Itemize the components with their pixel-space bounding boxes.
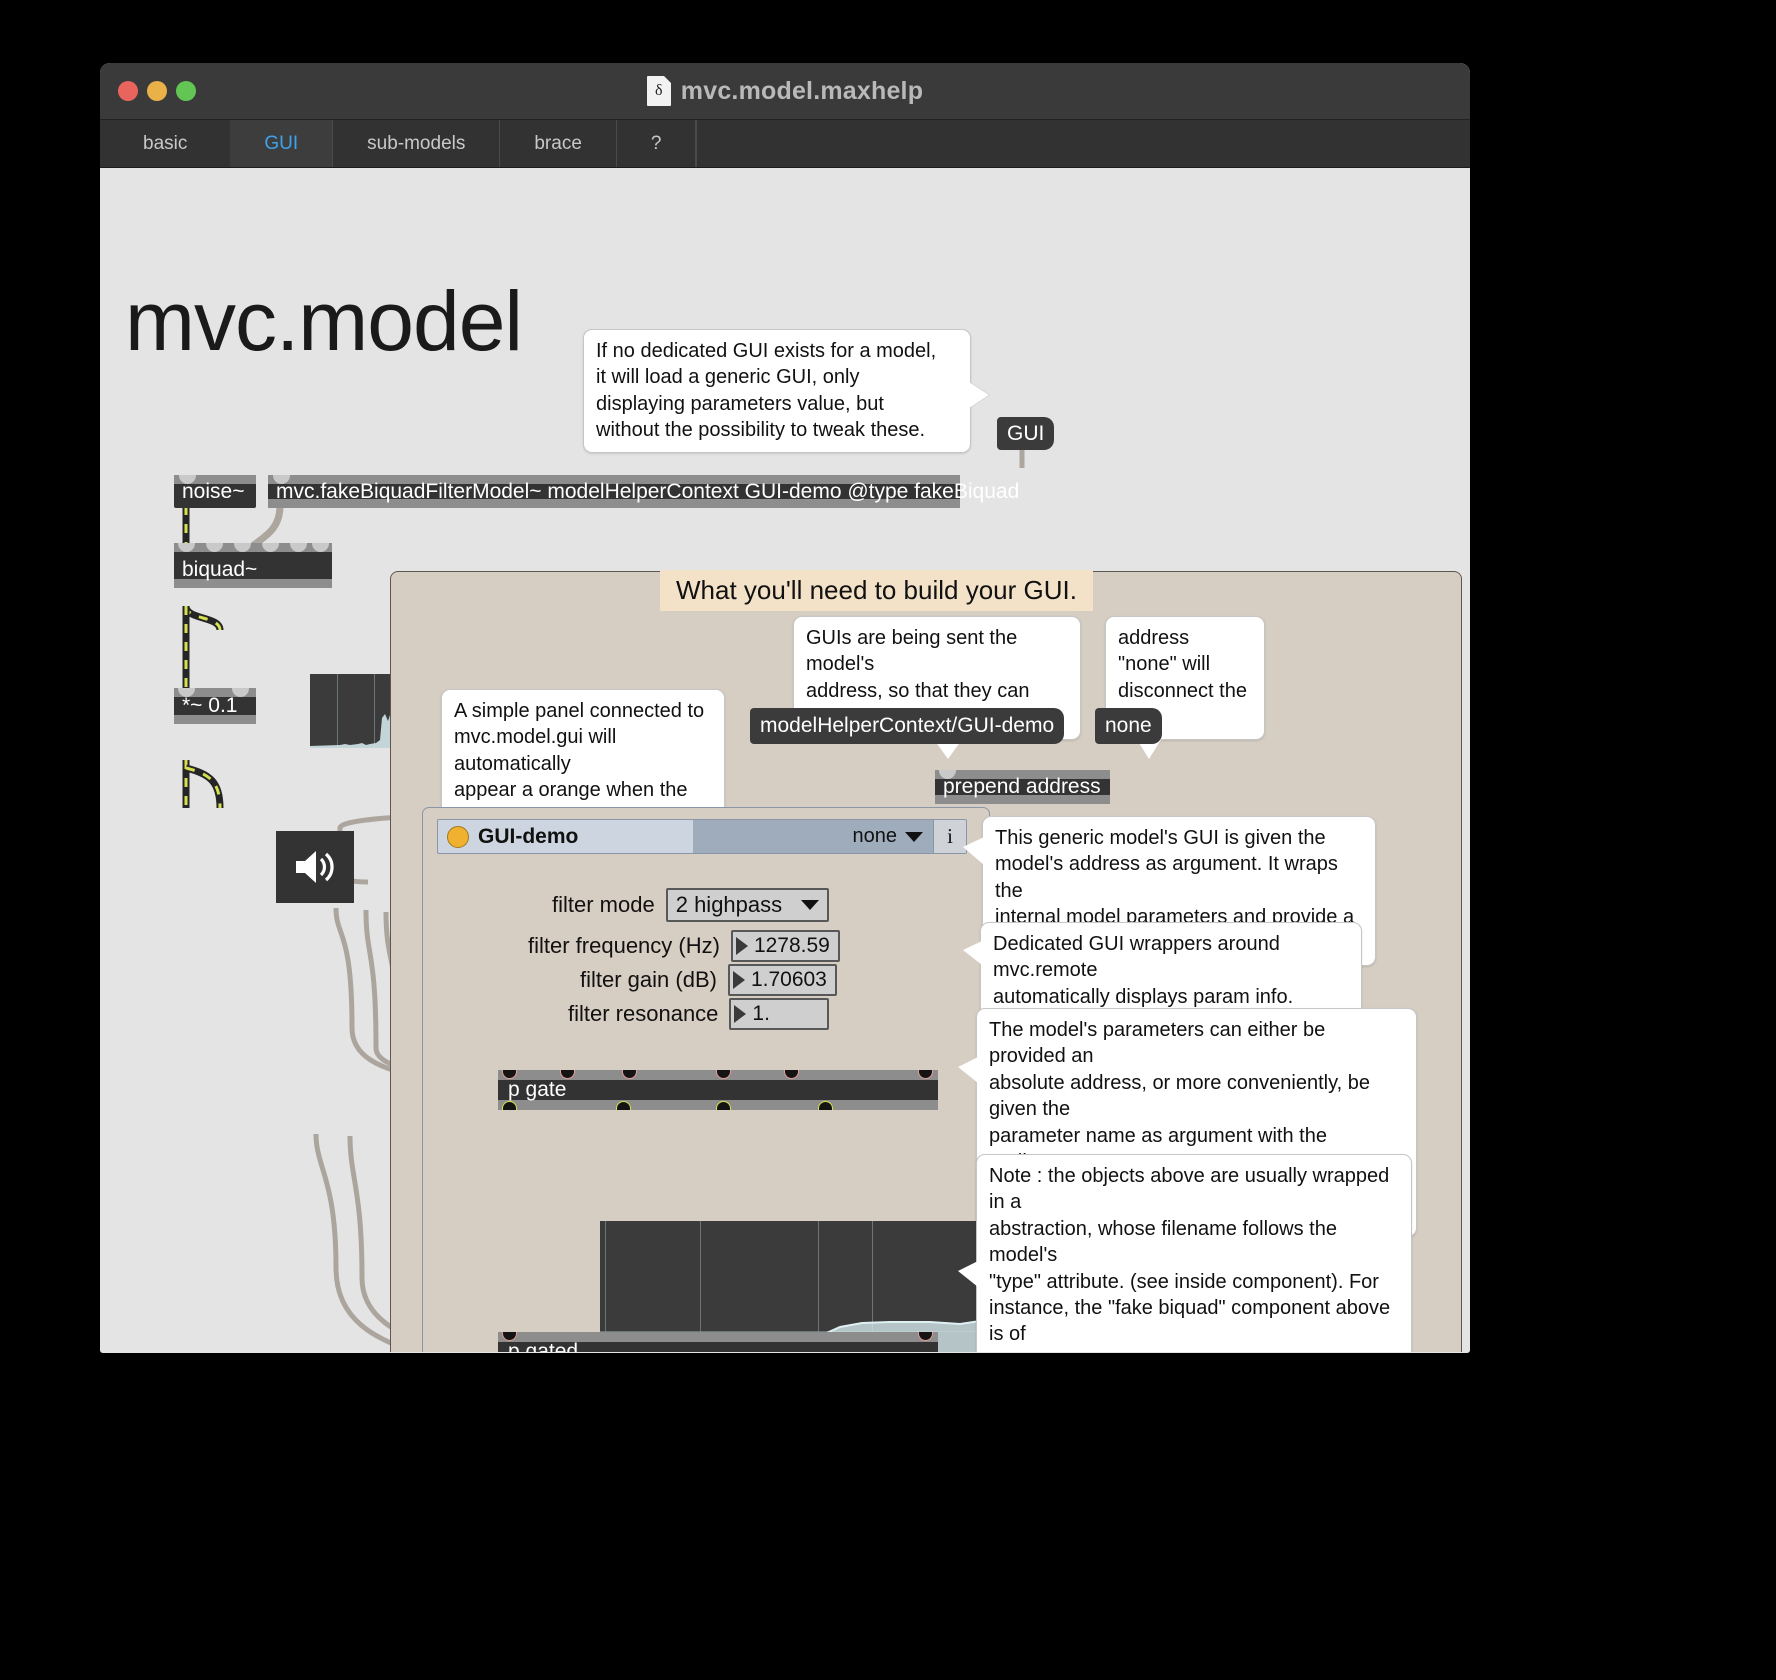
info-button[interactable]: i (933, 820, 966, 853)
object-model-label: mvc.fakeBiquadFilterModel~ modelHelperCo… (276, 479, 1020, 503)
object-biquad-label: biquad~ (182, 558, 258, 581)
panel-title: What you'll need to build your GUI. (660, 570, 1093, 611)
outlet-2 (716, 1101, 731, 1110)
param-row-filter-resonance: filter resonance 1. (568, 998, 830, 1030)
comment-generic-gui: If no dedicated GUI exists for a model, … (583, 329, 989, 453)
screen: δ mvc.model.maxhelp basic GUI sub-models… (0, 0, 1776, 1680)
param-row-filter-gain: filter gain (dB) 1.70603 (580, 964, 837, 996)
comment-note-abstraction-text: Note : the objects above are usually wra… (989, 1165, 1391, 1352)
tab-brace[interactable]: brace (500, 120, 617, 167)
param-value-filter-gain: 1.70603 (750, 968, 827, 991)
iolet-bar-top (174, 543, 332, 552)
gui-demo-preset-value: none (852, 825, 898, 847)
param-numbox-filter-gain[interactable]: 1.70603 (727, 964, 837, 996)
comment-note-abstraction: Note : the objects above are usually wra… (958, 1154, 1412, 1352)
maxhelp-document-icon: δ (646, 76, 671, 106)
param-value-filter-mode: 2 highpass (675, 892, 783, 917)
object-biquad[interactable]: biquad~ (174, 543, 332, 588)
comment-generic-gui-text: If no dedicated GUI exists for a model, … (596, 340, 937, 442)
message-gui[interactable]: GUI (997, 417, 1055, 450)
tab-help[interactable]: ? (617, 120, 697, 167)
param-numbox-filter-resonance[interactable]: 1. (729, 998, 830, 1030)
object-p-gate-label: p gate (508, 1078, 567, 1101)
param-numbox-filter-frequency[interactable]: 1278.59 (730, 930, 840, 962)
window-title: mvc.model.maxhelp (680, 76, 924, 105)
message-none[interactable]: none (1095, 708, 1162, 744)
comment-dedicated-wrappers: Dedicated GUI wrappers around mvc.remote… (963, 922, 1362, 1020)
outlet-3 (818, 1101, 833, 1110)
param-row-filter-mode: filter mode 2 highpass (552, 888, 829, 922)
tab-sub-models[interactable]: sub-models (333, 120, 501, 167)
window-controls (118, 81, 196, 101)
gui-demo-name: GUI-demo (478, 824, 579, 848)
object-prepend-label: prepend address (943, 775, 1101, 798)
object-fake-biquad-model[interactable]: mvc.fakeBiquadFilterModel~ modelHelperCo… (268, 475, 1019, 508)
zoom-button[interactable] (176, 81, 196, 101)
object-gain-label: *~ 0.1 (182, 694, 238, 717)
tab-basic[interactable]: basic (100, 120, 230, 167)
param-label-filter-resonance: filter resonance (568, 1001, 719, 1026)
bubble-tail (958, 1057, 978, 1083)
window-title-group: δ mvc.model.maxhelp (100, 63, 1470, 119)
message-model-address[interactable]: modelHelperContext/GUI-demo (750, 708, 1065, 744)
bubble-tail (958, 1261, 978, 1287)
minimize-button[interactable] (147, 81, 167, 101)
bubble-tail (963, 941, 982, 965)
patcher-canvas: mvc.model If no dedicated GUI exists for… (100, 168, 1470, 1352)
close-button[interactable] (118, 81, 138, 101)
object-gain[interactable]: *~ 0.1 (174, 688, 256, 724)
param-value-filter-frequency: 1278.59 (753, 934, 830, 957)
object-noise-label: noise~ (182, 479, 245, 503)
speaker-icon[interactable] (276, 831, 354, 903)
speaker-glyph (296, 851, 334, 883)
param-label-filter-mode: filter mode (552, 892, 655, 917)
bubble-tail (969, 382, 989, 408)
param-row-filter-frequency: filter frequency (Hz) 1278.59 (528, 930, 840, 962)
number-triangle-icon (732, 971, 745, 989)
gui-demo-name-cell: GUI-demo (438, 820, 693, 853)
chevron-down-icon (800, 900, 819, 910)
param-umenu-filter-mode[interactable]: 2 highpass (665, 888, 829, 922)
bubble-tail (963, 837, 984, 865)
tab-bar-filler (696, 120, 1470, 167)
outlet-0 (502, 1101, 517, 1110)
tab-bar: basic GUI sub-models brace ? (100, 120, 1470, 168)
object-p-gated[interactable]: p gated (498, 1332, 938, 1352)
object-p-gate[interactable]: p gate (498, 1070, 938, 1110)
application-window: δ mvc.model.maxhelp basic GUI sub-models… (100, 63, 1470, 1353)
title-bar: δ mvc.model.maxhelp (100, 63, 1470, 120)
page-title: mvc.model (125, 274, 523, 368)
chevron-down-icon (905, 831, 923, 842)
param-value-filter-resonance: 1. (752, 1002, 770, 1025)
object-p-gated-label: p gated (508, 1340, 579, 1352)
outlet-1 (616, 1101, 631, 1110)
gui-demo-preset-menu[interactable]: none (693, 820, 933, 853)
number-triangle-icon (734, 1005, 747, 1023)
comment-dedicated-wrappers-text: Dedicated GUI wrappers around mvc.remote… (993, 933, 1294, 1008)
gui-demo-header: GUI-demo none i (437, 819, 967, 854)
param-label-filter-gain: filter gain (dB) (580, 967, 717, 992)
param-label-filter-frequency: filter frequency (Hz) (528, 933, 720, 958)
object-noise[interactable]: noise~ (174, 475, 256, 508)
status-dot-icon (447, 825, 469, 848)
number-triangle-icon (735, 937, 748, 955)
tab-gui[interactable]: GUI (230, 120, 334, 167)
object-prepend-address[interactable]: prepend address (935, 770, 1110, 804)
